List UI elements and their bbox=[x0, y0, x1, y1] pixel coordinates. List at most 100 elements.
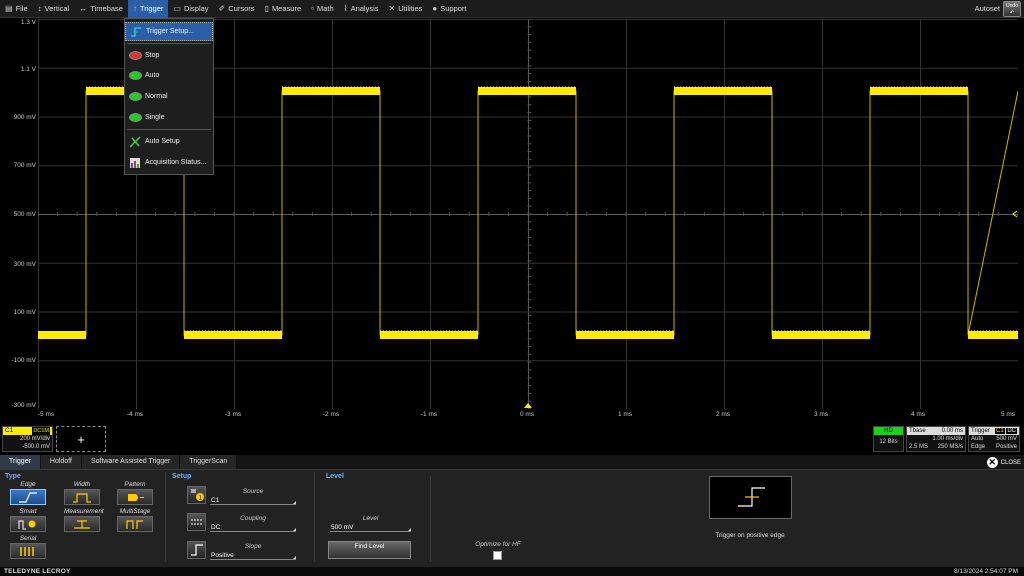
optimize-hf-label: Optimize for HF bbox=[475, 541, 521, 548]
y-axis-label: -300 mV bbox=[11, 402, 36, 409]
width-icon bbox=[64, 489, 100, 505]
y-axis-label: 900 mV bbox=[13, 114, 36, 121]
trigger-info-label: Trigger bbox=[971, 428, 990, 434]
timebase-label: Tbase bbox=[909, 428, 926, 434]
timebase-rate: 250 MS/s bbox=[937, 444, 963, 450]
menu-item-auto-setup[interactable]: Auto Setup bbox=[125, 132, 213, 151]
support-icon: ● bbox=[432, 4, 438, 13]
timebase-samples: 2.5 MS bbox=[909, 444, 929, 450]
menu-support[interactable]: ● Support bbox=[427, 0, 471, 18]
level-label: Level bbox=[362, 515, 379, 522]
utilities-icon: ✕ bbox=[388, 4, 396, 13]
waveform-low-level bbox=[968, 331, 1018, 339]
autoset-button[interactable]: Autoset bbox=[975, 4, 1000, 13]
close-button[interactable]: ✕ CLOSE bbox=[986, 457, 1021, 468]
section-divider bbox=[430, 476, 431, 562]
menu-trigger[interactable]: ↑ Trigger bbox=[127, 0, 169, 18]
trigger-descriptor[interactable]: Trigger C1 DC Auto 500 mV Edge Positive bbox=[968, 426, 1020, 452]
trigger-level: 500 mV bbox=[996, 436, 1017, 442]
waveform-low-level bbox=[380, 331, 478, 339]
coupling-icon bbox=[187, 513, 206, 531]
type-edge-button[interactable]: Edge bbox=[10, 481, 46, 505]
menu-display[interactable]: ▭ Display bbox=[168, 0, 213, 18]
add-channel-button[interactable]: + bbox=[56, 426, 106, 452]
menu-utilities[interactable]: ✕ Utilities bbox=[384, 0, 428, 18]
type-serial-button[interactable]: Serial bbox=[10, 535, 46, 559]
waveform-high-level bbox=[674, 87, 772, 95]
menu-cursors[interactable]: ✐ Cursors bbox=[214, 0, 260, 18]
timebase-descriptor[interactable]: Tbase 0.00 ms 1.00 ms/div 2.5 MS 250 MS/s bbox=[906, 426, 966, 452]
type-section-title: Type bbox=[5, 473, 21, 480]
timebase-icon: ↔ bbox=[79, 4, 88, 13]
dialog-tabs: Trigger Holdoff Software Assisted Trigge… bbox=[0, 455, 1024, 470]
undo-button[interactable]: Undo ↶ bbox=[1003, 1, 1021, 17]
slope-select[interactable]: Positive bbox=[210, 552, 296, 560]
waveform-high-level bbox=[870, 87, 968, 95]
trigger-preview bbox=[709, 476, 792, 519]
smart-icon bbox=[10, 516, 46, 532]
source-label: Source bbox=[242, 488, 264, 495]
acquisition-status-icon bbox=[125, 157, 145, 169]
source-icon: 1 bbox=[187, 486, 206, 504]
x-axis-label: 2 ms bbox=[715, 411, 731, 418]
x-axis-label: 3 ms bbox=[813, 411, 829, 418]
menu-timebase[interactable]: ↔ Timebase bbox=[74, 0, 128, 18]
brand-logo: TELEDYNE LECROY bbox=[4, 568, 71, 575]
find-level-button[interactable]: Find Level bbox=[328, 541, 411, 559]
menu-file[interactable]: ▤ File bbox=[0, 0, 33, 18]
menu-item-normal[interactable]: Normal bbox=[125, 87, 213, 106]
menu-item-trigger-setup[interactable]: Trigger Setup... bbox=[125, 22, 213, 41]
waveform-low-level bbox=[576, 331, 674, 339]
display-icon: ▭ bbox=[173, 4, 181, 13]
type-width-button[interactable]: Width bbox=[64, 481, 100, 505]
tab-triggerscan[interactable]: TriggerScan bbox=[180, 455, 238, 469]
channel-name: C1 bbox=[5, 427, 14, 434]
x-axis-label: -1 ms bbox=[420, 411, 438, 418]
menu-measure[interactable]: ▯ Measure bbox=[260, 0, 307, 18]
channel-coupling: DC1M bbox=[32, 427, 50, 435]
menu-analysis[interactable]: ⌇ Analysis bbox=[339, 0, 384, 18]
hd-descriptor[interactable]: HD 12 Bits bbox=[873, 426, 904, 452]
menu-item-auto[interactable]: Auto bbox=[125, 66, 213, 85]
trigger-coupling-tag: DC bbox=[1006, 428, 1017, 434]
menu-item-single[interactable]: Single bbox=[125, 108, 213, 127]
menu-math[interactable]: ▫ Math bbox=[306, 0, 339, 18]
menu-separator bbox=[127, 43, 211, 44]
y-axis-label: 300 mV bbox=[13, 261, 36, 268]
tab-trigger[interactable]: Trigger bbox=[0, 455, 41, 469]
close-icon: ✕ bbox=[986, 457, 998, 468]
coupling-select[interactable]: DC bbox=[210, 524, 296, 532]
x-axis-label: 0 ms bbox=[519, 411, 535, 418]
trigger-mode: Auto bbox=[971, 436, 984, 442]
menu-vertical[interactable]: ↕ Vertical bbox=[33, 0, 75, 18]
timebase-tdiv: 1.00 ms/div bbox=[932, 436, 963, 442]
x-axis-label: -4 ms bbox=[126, 411, 144, 418]
file-icon: ▤ bbox=[5, 4, 13, 13]
auto-icon bbox=[125, 72, 145, 79]
trigger-icon: ↑ bbox=[132, 4, 137, 13]
status-bar: TELEDYNE LECROY 8/13/2024 2:54:07 PM bbox=[0, 567, 1024, 576]
tab-software-assisted-trigger[interactable]: Software Assisted Trigger bbox=[81, 455, 181, 469]
x-axis-label: -5 ms bbox=[37, 411, 55, 418]
optimize-hf-checkbox[interactable] bbox=[493, 551, 502, 560]
waveform-low-level bbox=[184, 331, 282, 339]
type-measurement-button[interactable]: Measurement bbox=[64, 508, 104, 532]
menu-item-acquisition-status[interactable]: Acquisition Status... bbox=[125, 153, 213, 172]
trigger-menu: Trigger Setup... Stop Auto Normal Single… bbox=[124, 18, 214, 175]
tab-holdoff[interactable]: Holdoff bbox=[40, 455, 82, 469]
menu-item-stop[interactable]: Stop bbox=[125, 46, 213, 65]
type-multistage-button[interactable]: MultiStage bbox=[117, 508, 153, 532]
analysis-icon: ⌇ bbox=[343, 4, 348, 13]
trigger-slope: Positive bbox=[995, 444, 1017, 450]
trigger-setup-icon bbox=[126, 26, 146, 38]
y-axis-label: 100 mV bbox=[13, 309, 36, 316]
channel-descriptor[interactable]: C1 DC1M 200 mV/div -500.0 mV bbox=[2, 426, 53, 452]
type-pattern-button[interactable]: Pattern bbox=[117, 481, 153, 505]
serial-icon bbox=[10, 543, 46, 559]
coupling-label: Coupling bbox=[240, 515, 266, 522]
source-select[interactable]: C1 bbox=[210, 497, 296, 505]
type-smart-button[interactable]: Smart bbox=[10, 508, 46, 532]
level-input[interactable]: 500 mV bbox=[330, 524, 411, 532]
multistage-icon bbox=[117, 516, 153, 532]
trigger-dialog: Trigger Holdoff Software Assisted Trigge… bbox=[0, 455, 1024, 567]
